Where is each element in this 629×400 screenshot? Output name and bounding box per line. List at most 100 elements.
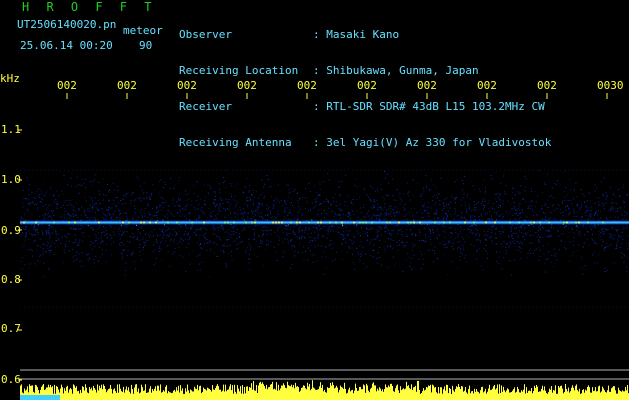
- noise-speckle: [228, 199, 230, 200]
- noise-speckle: [254, 219, 256, 221]
- noise-speckle: [217, 227, 219, 229]
- noise-speckle: [444, 230, 446, 232]
- level-bar: [120, 388, 121, 400]
- noise-speckle: [243, 204, 245, 206]
- noise-speckle: [543, 254, 545, 256]
- noise-speckle: [445, 218, 447, 220]
- noise-speckle: [87, 208, 88, 210]
- noise-speckle: [522, 209, 523, 211]
- noise-speckle: [479, 208, 481, 210]
- noise-speckle: [287, 213, 289, 214]
- noise-speckle: [48, 246, 50, 248]
- noise-speckle: [626, 212, 628, 214]
- noise-speckle: [544, 218, 546, 220]
- noise-speckle: [192, 224, 193, 226]
- noise-speckle: [478, 201, 479, 203]
- noise-speckle: [35, 265, 37, 267]
- x-tick-label: 002: [297, 79, 317, 92]
- noise-speckle: [617, 242, 619, 244]
- level-bar: [113, 389, 114, 400]
- noise-speckle: [228, 202, 229, 203]
- noise-speckle: [226, 230, 228, 232]
- noise-speckle: [155, 241, 157, 243]
- noise-speckle: [403, 209, 405, 211]
- level-bar: [585, 389, 586, 400]
- noise-speckle: [95, 237, 97, 239]
- noise-speckle: [346, 235, 348, 237]
- noise-speckle: [297, 252, 299, 254]
- noise-speckle: [153, 264, 155, 266]
- noise-speckle: [230, 193, 232, 195]
- noise-speckle: [95, 212, 96, 213]
- noise-speckle: [321, 202, 323, 204]
- noise-speckle: [127, 191, 129, 193]
- noise-speckle: [220, 206, 222, 208]
- noise-speckle: [346, 251, 348, 253]
- noise-speckle: [40, 190, 42, 192]
- noise-speckle: [470, 219, 472, 221]
- noise-speckle: [285, 204, 287, 206]
- level-bar: [128, 387, 129, 400]
- noise-speckle: [112, 183, 114, 185]
- level-bar: [313, 387, 314, 400]
- noise-speckle: [35, 204, 37, 205]
- level-bar: [215, 388, 216, 400]
- noise-speckle: [254, 210, 256, 212]
- noise-speckle: [98, 182, 100, 183]
- noise-speckle: [123, 225, 125, 226]
- noise-speckle: [120, 200, 122, 202]
- noise-speckle: [141, 226, 143, 228]
- noise-speckle: [200, 244, 201, 245]
- noise-speckle: [446, 203, 448, 205]
- level-bar: [211, 391, 212, 400]
- noise-speckle: [501, 213, 503, 215]
- level-bar: [169, 392, 170, 400]
- noise-speckle: [132, 233, 134, 235]
- level-bar: [297, 386, 298, 400]
- noise-speckle: [197, 195, 199, 197]
- noise-speckle: [95, 203, 97, 205]
- noise-speckle: [82, 231, 84, 233]
- carrier-highlight: [449, 221, 451, 224]
- level-bar: [480, 390, 481, 400]
- noise-speckle: [443, 207, 445, 209]
- noise-speckle: [209, 215, 211, 217]
- noise-speckle: [182, 239, 184, 241]
- noise-speckle: [124, 230, 126, 232]
- level-bar: [289, 385, 290, 400]
- noise-speckle: [143, 210, 145, 212]
- noise-speckle: [379, 227, 381, 229]
- noise-speckle: [476, 251, 478, 253]
- noise-speckle: [172, 198, 174, 200]
- noise-speckle: [249, 199, 251, 201]
- noise-speckle: [154, 215, 156, 217]
- noise-speckle: [578, 231, 580, 233]
- noise-speckle: [394, 206, 396, 208]
- level-bar: [423, 388, 424, 400]
- noise-speckle: [178, 209, 180, 211]
- hrofft-window: H R O F F T UT2506140020.pn meteor 25.06…: [0, 0, 629, 400]
- noise-speckle: [185, 270, 187, 272]
- noise-speckle: [225, 263, 227, 265]
- noise-speckle: [538, 170, 540, 172]
- noise-speckle: [260, 212, 262, 214]
- noise-speckle: [140, 185, 141, 187]
- noise-speckle: [469, 231, 471, 233]
- noise-speckle: [551, 225, 553, 227]
- level-bar: [503, 386, 504, 400]
- carrier-highlight: [533, 221, 535, 224]
- level-bar: [311, 388, 312, 400]
- noise-speckle: [573, 237, 575, 239]
- noise-speckle: [258, 202, 259, 204]
- noise-speckle: [512, 208, 514, 210]
- noise-speckle: [95, 207, 97, 209]
- level-bar: [286, 388, 287, 400]
- noise-speckle: [169, 232, 171, 234]
- noise-speckle: [180, 225, 182, 227]
- noise-speckle: [42, 234, 44, 236]
- noise-speckle: [612, 237, 614, 239]
- noise-speckle: [360, 212, 362, 214]
- noise-speckle: [578, 207, 580, 209]
- noise-speckle: [402, 235, 404, 237]
- level-bar: [602, 386, 603, 400]
